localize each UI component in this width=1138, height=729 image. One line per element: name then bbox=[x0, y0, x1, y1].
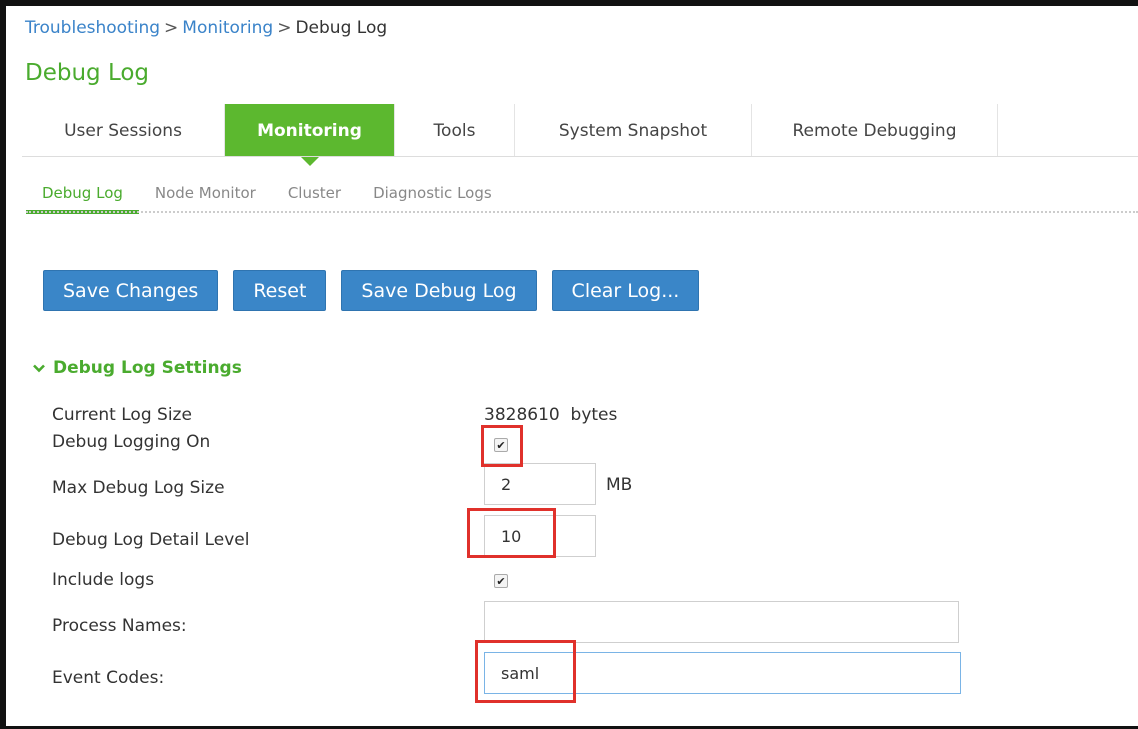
event-codes-label: Event Codes: bbox=[52, 668, 165, 688]
tab-tools[interactable]: Tools bbox=[395, 104, 515, 156]
breadcrumb-current: Debug Log bbox=[295, 18, 388, 38]
process-names-input[interactable] bbox=[484, 601, 959, 643]
tab-user-sessions[interactable]: User Sessions bbox=[22, 104, 225, 156]
sub-tabs: Debug Log Node Monitor Cluster Diagnosti… bbox=[26, 178, 508, 214]
page-title: Debug Log bbox=[25, 60, 150, 86]
action-buttons: Save Changes Reset Save Debug Log Clear … bbox=[43, 270, 714, 311]
breadcrumb-troubleshooting[interactable]: Troubleshooting bbox=[25, 18, 160, 38]
include-logs-label: Include logs bbox=[52, 570, 155, 590]
current-log-size-value: 3828610 bytes bbox=[484, 405, 617, 425]
breadcrumb-separator: > bbox=[164, 18, 179, 38]
section-toggle[interactable]: Debug Log Settings bbox=[33, 358, 242, 378]
tab-system-snapshot[interactable]: System Snapshot bbox=[515, 104, 752, 156]
max-debug-log-size-label: Max Debug Log Size bbox=[52, 478, 225, 498]
current-log-size-label: Current Log Size bbox=[52, 405, 192, 425]
breadcrumb-monitoring[interactable]: Monitoring bbox=[182, 18, 273, 38]
save-debug-log-button[interactable]: Save Debug Log bbox=[341, 270, 537, 311]
breadcrumb-separator: > bbox=[277, 18, 292, 38]
subtab-debug-log[interactable]: Debug Log bbox=[26, 178, 139, 214]
include-logs-checkbox[interactable]: ✔ bbox=[494, 574, 508, 588]
chevron-down-icon bbox=[33, 361, 45, 377]
main-tabs: User Sessions Monitoring Tools System Sn… bbox=[22, 104, 998, 166]
debug-logging-on-label: Debug Logging On bbox=[52, 432, 211, 452]
max-debug-log-size-unit: MB bbox=[606, 475, 633, 495]
tab-remote-debugging[interactable]: Remote Debugging bbox=[752, 104, 998, 156]
reset-button[interactable]: Reset bbox=[233, 270, 327, 311]
breadcrumb: Troubleshooting > Monitoring > Debug Log bbox=[25, 18, 387, 38]
max-debug-log-size-input[interactable] bbox=[484, 463, 596, 505]
tab-monitoring[interactable]: Monitoring bbox=[225, 104, 395, 166]
highlight-box-debug-logging bbox=[481, 425, 523, 467]
subtab-cluster[interactable]: Cluster bbox=[272, 178, 357, 214]
save-changes-button[interactable]: Save Changes bbox=[43, 270, 219, 311]
subtabs-divider bbox=[26, 211, 1138, 213]
current-log-size-unit: bytes bbox=[570, 405, 618, 425]
detail-level-label: Debug Log Detail Level bbox=[52, 530, 250, 550]
highlight-box-detail-level bbox=[467, 508, 556, 558]
check-icon: ✔ bbox=[496, 575, 506, 588]
process-names-label: Process Names: bbox=[52, 616, 187, 636]
clear-log-button[interactable]: Clear Log... bbox=[551, 270, 700, 311]
section-title: Debug Log Settings bbox=[53, 358, 242, 378]
highlight-box-event-codes bbox=[475, 640, 576, 703]
subtab-node-monitor[interactable]: Node Monitor bbox=[139, 178, 272, 214]
current-log-size-number: 3828610 bbox=[484, 405, 560, 425]
tabs-divider bbox=[22, 156, 1138, 157]
subtab-diagnostic-logs[interactable]: Diagnostic Logs bbox=[357, 178, 508, 214]
